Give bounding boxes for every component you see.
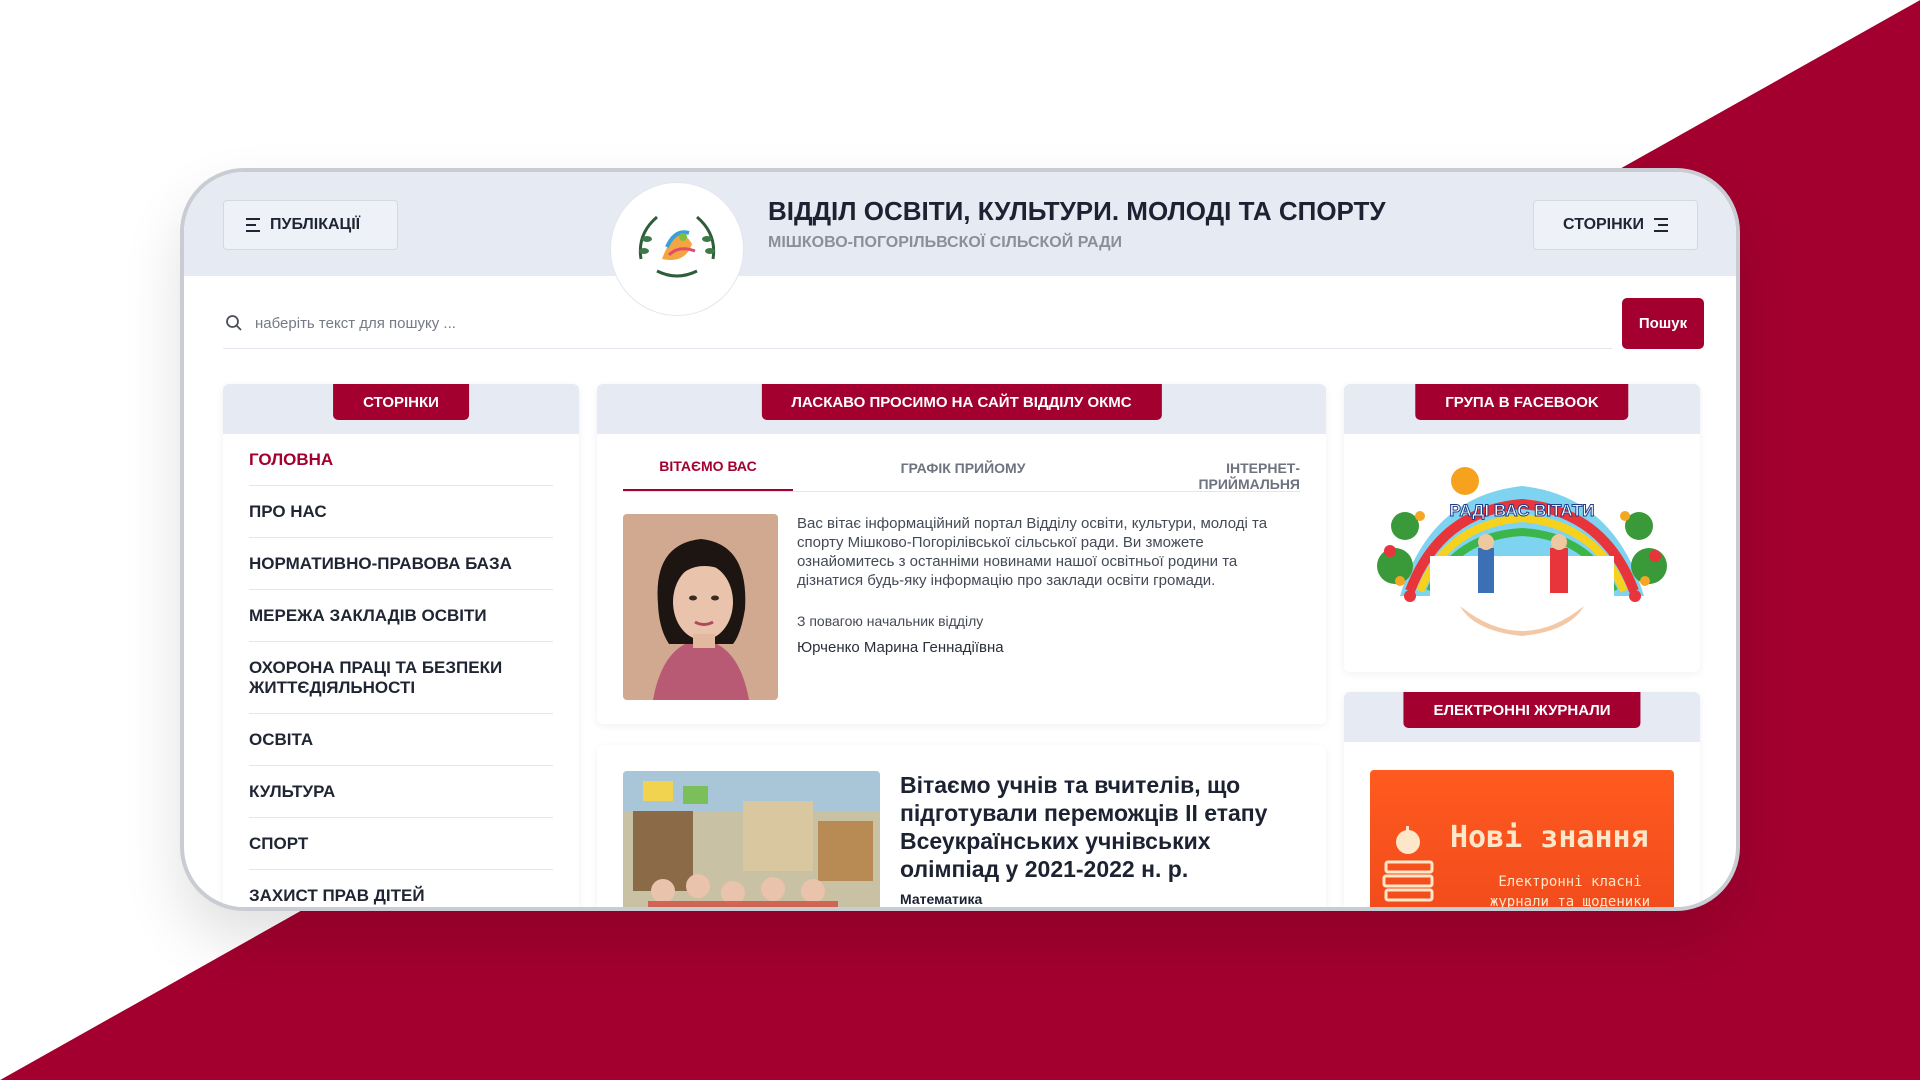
sidebar-item-legal-base[interactable]: НОРМАТИВНО-ПРАВОВА БАЗА <box>249 538 553 590</box>
pages-button[interactable]: СТОРІНКИ <box>1533 200 1698 250</box>
journals-name: Нові знання <box>1450 820 1649 855</box>
sidebar-item-schools-network[interactable]: МЕРЕЖА ЗАКЛАДІВ ОСВІТИ <box>249 590 553 642</box>
sidebar-header: СТОРІНКИ <box>223 384 579 434</box>
search-button[interactable]: Пошук <box>1622 298 1704 349</box>
logo-emblem-icon <box>621 193 733 305</box>
search-input[interactable] <box>255 314 1555 332</box>
sidebar-pages: СТОРІНКИ ГОЛОВНА ПРО НАС НОРМАТИВНО-ПРАВ… <box>223 384 579 907</box>
signature-name: Юрченко Марина Геннадіївна <box>797 639 1004 656</box>
site-logo[interactable] <box>610 182 744 316</box>
journals-panel: ЕЛЕКТРОННІ ЖУРНАЛИ Нові знання Електронн… <box>1344 692 1700 910</box>
news-photo[interactable] <box>623 771 880 907</box>
device-frame: ПУБЛІКАЦІЇ ВІДДІЛ ОСВІТИ, КУЛЬТУРИ. МОЛО… <box>180 168 1740 911</box>
sidebar-item-child-rights[interactable]: ЗАХИСТ ПРАВ ДІТЕЙ <box>249 870 553 907</box>
pages-label: СТОРІНКИ <box>1563 216 1644 233</box>
menu-icon <box>246 218 260 232</box>
journals-subtitle: Електронні класні журнали та щоденики <box>1489 874 1651 910</box>
welcome-text: Вас вітає інформаційний портал Відділу о… <box>797 515 1268 589</box>
menu-icon <box>1653 218 1668 232</box>
welcome-header: ЛАСКАВО ПРОСИМО НА САЙТ ВІДДІЛУ ОКМС <box>597 384 1326 434</box>
tab-reception-schedule[interactable]: ГРАФІК ПРИЙОМУ <box>793 456 1133 491</box>
facebook-panel: ГРУПА В FACEBOOK РАДІ ВАС ВІТАТИ <box>1344 384 1700 672</box>
search-bar <box>223 298 1612 349</box>
journals-title: ЕЛЕКТРОННІ ЖУРНАЛИ <box>1403 692 1641 728</box>
sidebar-item-culture[interactable]: КУЛЬТУРА <box>249 766 553 818</box>
site-subtitle: МІШКОВО-ПОГОРІЛЬВСКОЇ СІЛЬСКОЙ РАДИ <box>768 234 1123 251</box>
welcome-panel: ЛАСКАВО ПРОСИМО НА САЙТ ВІДДІЛУ ОКМС ВІТ… <box>597 384 1326 724</box>
head-portrait-photo <box>623 514 778 700</box>
tab-greeting[interactable]: ВІТАЄМО ВАС <box>623 456 793 491</box>
news-card[interactable]: Вітаємо учнів та вчителів, що підготувал… <box>597 745 1326 907</box>
facebook-image-text: РАДІ ВАС ВІТАТИ <box>1450 501 1595 520</box>
facebook-group-image[interactable]: РАДІ ВАС ВІТАТИ <box>1370 456 1674 648</box>
publications-button[interactable]: ПУБЛІКАЦІЇ <box>223 200 398 250</box>
sidebar-item-about[interactable]: ПРО НАС <box>249 486 553 538</box>
journals-header: ЕЛЕКТРОННІ ЖУРНАЛИ <box>1344 692 1700 742</box>
journals-banner[interactable]: Нові знання Електронні класні журнали та… <box>1370 770 1674 910</box>
sidebar-title: СТОРІНКИ <box>333 384 469 420</box>
site-title[interactable]: ВІДДІЛ ОСВІТИ, КУЛЬТУРИ. МОЛОДІ ТА СПОРТ… <box>768 196 1386 227</box>
sidebar-item-sport[interactable]: СПОРТ <box>249 818 553 870</box>
news-category: Математика <box>900 891 983 907</box>
welcome-title: ЛАСКАВО ПРОСИМО НА САЙТ ВІДДІЛУ ОКМС <box>761 384 1162 420</box>
facebook-header: ГРУПА В FACEBOOK <box>1344 384 1700 434</box>
search-icon <box>226 315 242 331</box>
sidebar-nav: ГОЛОВНА ПРО НАС НОРМАТИВНО-ПРАВОВА БАЗА … <box>223 434 579 907</box>
sidebar-item-home[interactable]: ГОЛОВНА <box>249 434 553 486</box>
books-apple-icon <box>1382 826 1434 902</box>
tab-internet-reception[interactable]: ІНТЕРНЕТ-ПРИЙМАЛЬНЯ <box>1133 456 1300 492</box>
publications-label: ПУБЛІКАЦІЇ <box>270 216 361 233</box>
sidebar-item-education[interactable]: ОСВІТА <box>249 714 553 766</box>
news-title[interactable]: Вітаємо учнів та вчителів, що підготувал… <box>900 771 1300 883</box>
sidebar-item-labor-safety[interactable]: ОХОРОНА ПРАЦІ ТА БЕЗПЕКИ ЖИТТЄДІЯЛЬНОСТІ <box>249 642 553 714</box>
welcome-tabs: ВІТАЄМО ВАС ГРАФІК ПРИЙОМУ ІНТЕРНЕТ-ПРИЙ… <box>623 456 1300 492</box>
signature-position: З повагою начальник відділу <box>797 613 984 629</box>
facebook-title: ГРУПА В FACEBOOK <box>1415 384 1629 420</box>
